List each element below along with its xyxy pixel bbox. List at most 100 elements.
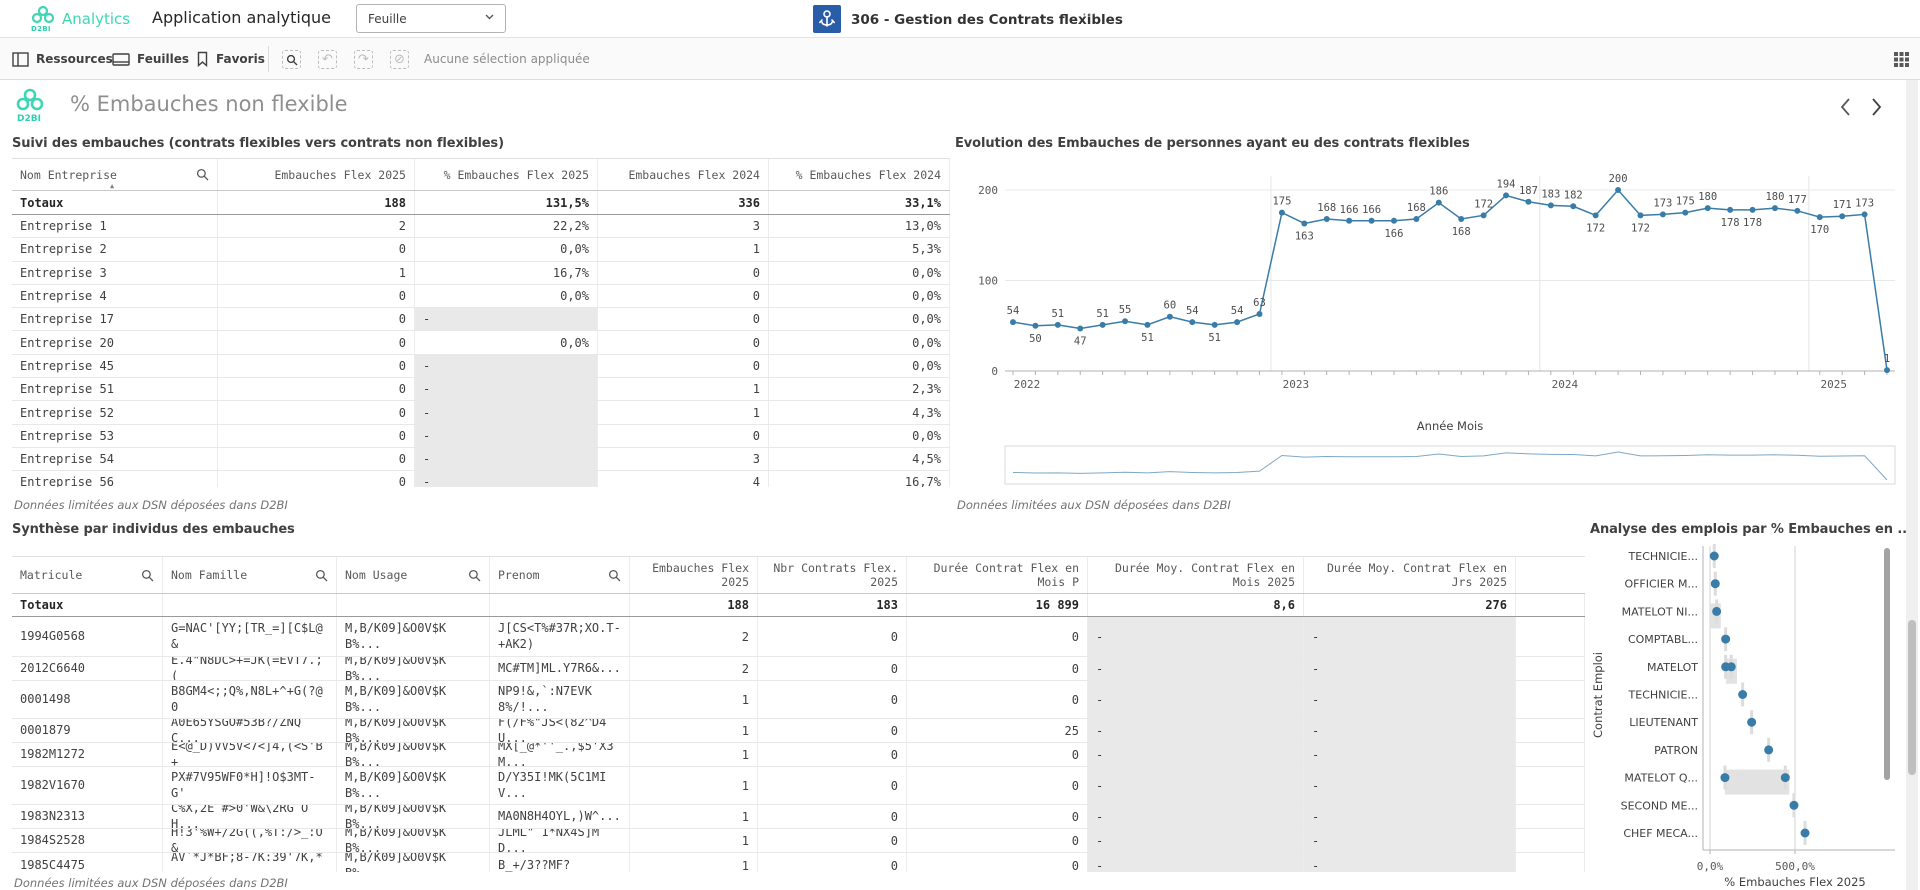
dimension-cell[interactable]: C%X,2E`#>0'W&\2RG`OH... xyxy=(163,805,337,828)
data-point[interactable] xyxy=(1660,211,1666,217)
column-header[interactable]: Matricule xyxy=(12,557,163,593)
data-point[interactable] xyxy=(1794,208,1800,214)
data-point[interactable] xyxy=(1764,745,1773,754)
more-menu-icon[interactable]: ⋯ xyxy=(1082,5,1099,23)
dimension-cell[interactable]: Entreprise 53 xyxy=(12,425,218,447)
dimension-cell[interactable]: 0001879 xyxy=(12,719,163,742)
chart-scrollbar-thumb[interactable] xyxy=(1884,548,1890,780)
next-sheet-button[interactable] xyxy=(1866,96,1886,122)
dimension-cell[interactable]: 1984S2528 xyxy=(12,829,163,852)
column-header[interactable]: Embauches Flex 2025 xyxy=(218,159,415,190)
search-icon[interactable] xyxy=(196,168,209,181)
dimension-cell[interactable]: M,B/K09]&O0V$KB%... xyxy=(337,829,490,852)
dimension-cell[interactable]: AV`*J*BF;8-7K:39'7K,*- xyxy=(163,853,337,872)
data-point[interactable] xyxy=(1167,314,1173,320)
dimension-cell[interactable]: Entreprise 56 xyxy=(12,471,218,487)
data-point[interactable] xyxy=(1705,205,1711,211)
data-point[interactable] xyxy=(1772,205,1778,211)
sheets-button[interactable]: Feuilles xyxy=(112,38,189,80)
dimension-cell[interactable]: M,B/K09]&O0V$KB%... xyxy=(337,657,490,680)
previous-sheet-button[interactable] xyxy=(1836,96,1856,122)
data-point[interactable] xyxy=(1721,635,1730,644)
category-label[interactable]: OFFICIER M... xyxy=(1624,578,1698,591)
column-header[interactable]: Durée Contrat Flex en Mois P xyxy=(907,557,1088,593)
category-label[interactable]: LIEUTENANT xyxy=(1629,716,1698,729)
dimension-cell[interactable]: Entreprise 20 xyxy=(12,331,218,353)
data-point[interactable] xyxy=(1077,325,1083,331)
dimension-cell[interactable]: Entreprise 2 xyxy=(12,238,218,260)
data-point[interactable] xyxy=(1324,216,1330,222)
data-point[interactable] xyxy=(1720,773,1729,782)
dimension-cell[interactable]: MX[_@*''_.,$5'X3M... xyxy=(490,743,630,766)
dimension-cell[interactable]: Entreprise 52 xyxy=(12,401,218,423)
dimension-cell[interactable]: H!3'%W+/2G((,%T:/>_:O& xyxy=(163,829,337,852)
category-label[interactable]: COMPTABL... xyxy=(1628,633,1698,646)
dimension-cell[interactable]: M,B/K09]&O0V$KB%... xyxy=(337,617,490,656)
distribution-chart[interactable]: TECHNICIE... OFFICIER M... MATELOT NI... CO… xyxy=(1590,540,1908,890)
dimension-cell[interactable]: E<@_D)VV5V<7<]4,(<S'B+ xyxy=(163,743,337,766)
dimension-cell[interactable]: 1985C4475 xyxy=(12,853,163,872)
data-point[interactable] xyxy=(1234,319,1240,325)
category-label[interactable]: PATRON xyxy=(1654,744,1698,757)
data-point[interactable] xyxy=(1615,187,1621,193)
dimension-cell[interactable]: M,B/K09]&O0V$KB%... xyxy=(337,805,490,828)
data-point[interactable] xyxy=(1747,718,1756,727)
data-point[interactable] xyxy=(1727,207,1733,213)
category-label[interactable]: MATELOT xyxy=(1647,661,1698,674)
data-point[interactable] xyxy=(1055,322,1061,328)
dimension-cell[interactable]: M,B/K09]&O0V$KB%... xyxy=(337,853,490,872)
category-label[interactable]: CHEF MECA... xyxy=(1623,827,1698,840)
data-point[interactable] xyxy=(1525,199,1531,205)
dimension-cell[interactable]: MC#TM]ML.Y7R6&... xyxy=(490,657,630,680)
search-icon[interactable] xyxy=(315,569,328,582)
data-point[interactable] xyxy=(1189,319,1195,325)
favorites-button[interactable]: Favoris xyxy=(196,38,265,80)
data-point[interactable] xyxy=(1279,210,1285,216)
dimension-cell[interactable]: A0E65YSGO#53B?/ZNQC... xyxy=(163,719,337,742)
data-point[interactable] xyxy=(1212,322,1218,328)
page-scrollbar-track[interactable] xyxy=(1906,80,1918,890)
dimension-cell[interactable]: 1982V1670 xyxy=(12,767,163,804)
data-point[interactable] xyxy=(1738,690,1747,699)
sheet-selector-dropdown[interactable]: Feuille xyxy=(356,4,506,33)
column-header[interactable]: Prenom xyxy=(490,557,630,593)
data-point[interactable] xyxy=(1413,216,1419,222)
dimension-cell[interactable]: Entreprise 54 xyxy=(12,448,218,470)
data-point[interactable] xyxy=(1862,211,1868,217)
data-point[interactable] xyxy=(1458,216,1464,222)
dimension-cell[interactable]: 1982M1272 xyxy=(12,743,163,766)
column-header[interactable]: Durée Moy. Contrat Flex en Mois 2025 xyxy=(1088,557,1304,593)
category-label[interactable]: TECHNICIE... xyxy=(1628,689,1698,702)
category-label[interactable]: MATELOT Q... xyxy=(1624,772,1698,785)
data-point[interactable] xyxy=(1801,829,1810,838)
dimension-cell[interactable]: Entreprise 1 xyxy=(12,215,218,237)
data-point[interactable] xyxy=(1727,662,1736,671)
search-icon[interactable] xyxy=(468,569,481,582)
step-back-icon[interactable]: ↶ xyxy=(318,50,337,69)
data-point[interactable] xyxy=(1570,203,1576,209)
dimension-cell[interactable]: Entreprise 45 xyxy=(12,355,218,377)
column-header[interactable]: % Embauches Flex 2025 xyxy=(415,159,598,190)
dimension-cell[interactable]: M,B/K09]&O0V$KB%... xyxy=(337,743,490,766)
data-point[interactable] xyxy=(1391,218,1397,224)
data-point[interactable] xyxy=(1781,773,1790,782)
step-forward-icon[interactable]: ↷ xyxy=(354,50,373,69)
dimension-cell[interactable]: 1983N2313 xyxy=(12,805,163,828)
category-label[interactable]: TECHNICIE... xyxy=(1628,550,1698,563)
dimension-cell[interactable]: MA0N8H4OYL,)W^... xyxy=(490,805,630,828)
data-point[interactable] xyxy=(1503,192,1509,198)
analytics-logo[interactable]: D2BI Analytics xyxy=(30,4,150,34)
dimension-cell[interactable]: F(/F%"JS<(82^D4U... xyxy=(490,719,630,742)
data-point[interactable] xyxy=(1789,801,1798,810)
data-point[interactable] xyxy=(1548,202,1554,208)
column-header[interactable]: Nom Entreprise▲ xyxy=(12,159,218,190)
dimension-cell[interactable]: M,B/K09]&O0V$KB%... xyxy=(337,681,490,718)
data-point[interactable] xyxy=(1100,322,1106,328)
dimension-cell[interactable]: NP9!&,`:N7EVK8%/!... xyxy=(490,681,630,718)
data-point[interactable] xyxy=(1032,323,1038,329)
data-point[interactable] xyxy=(1710,552,1719,561)
search-icon[interactable] xyxy=(141,569,154,582)
dimension-cell[interactable]: B8GM4<;;Q%,N8L+^+G(?@0 xyxy=(163,681,337,718)
category-label[interactable]: MATELOT NI... xyxy=(1622,605,1698,618)
page-scrollbar-thumb[interactable] xyxy=(1908,620,1916,775)
